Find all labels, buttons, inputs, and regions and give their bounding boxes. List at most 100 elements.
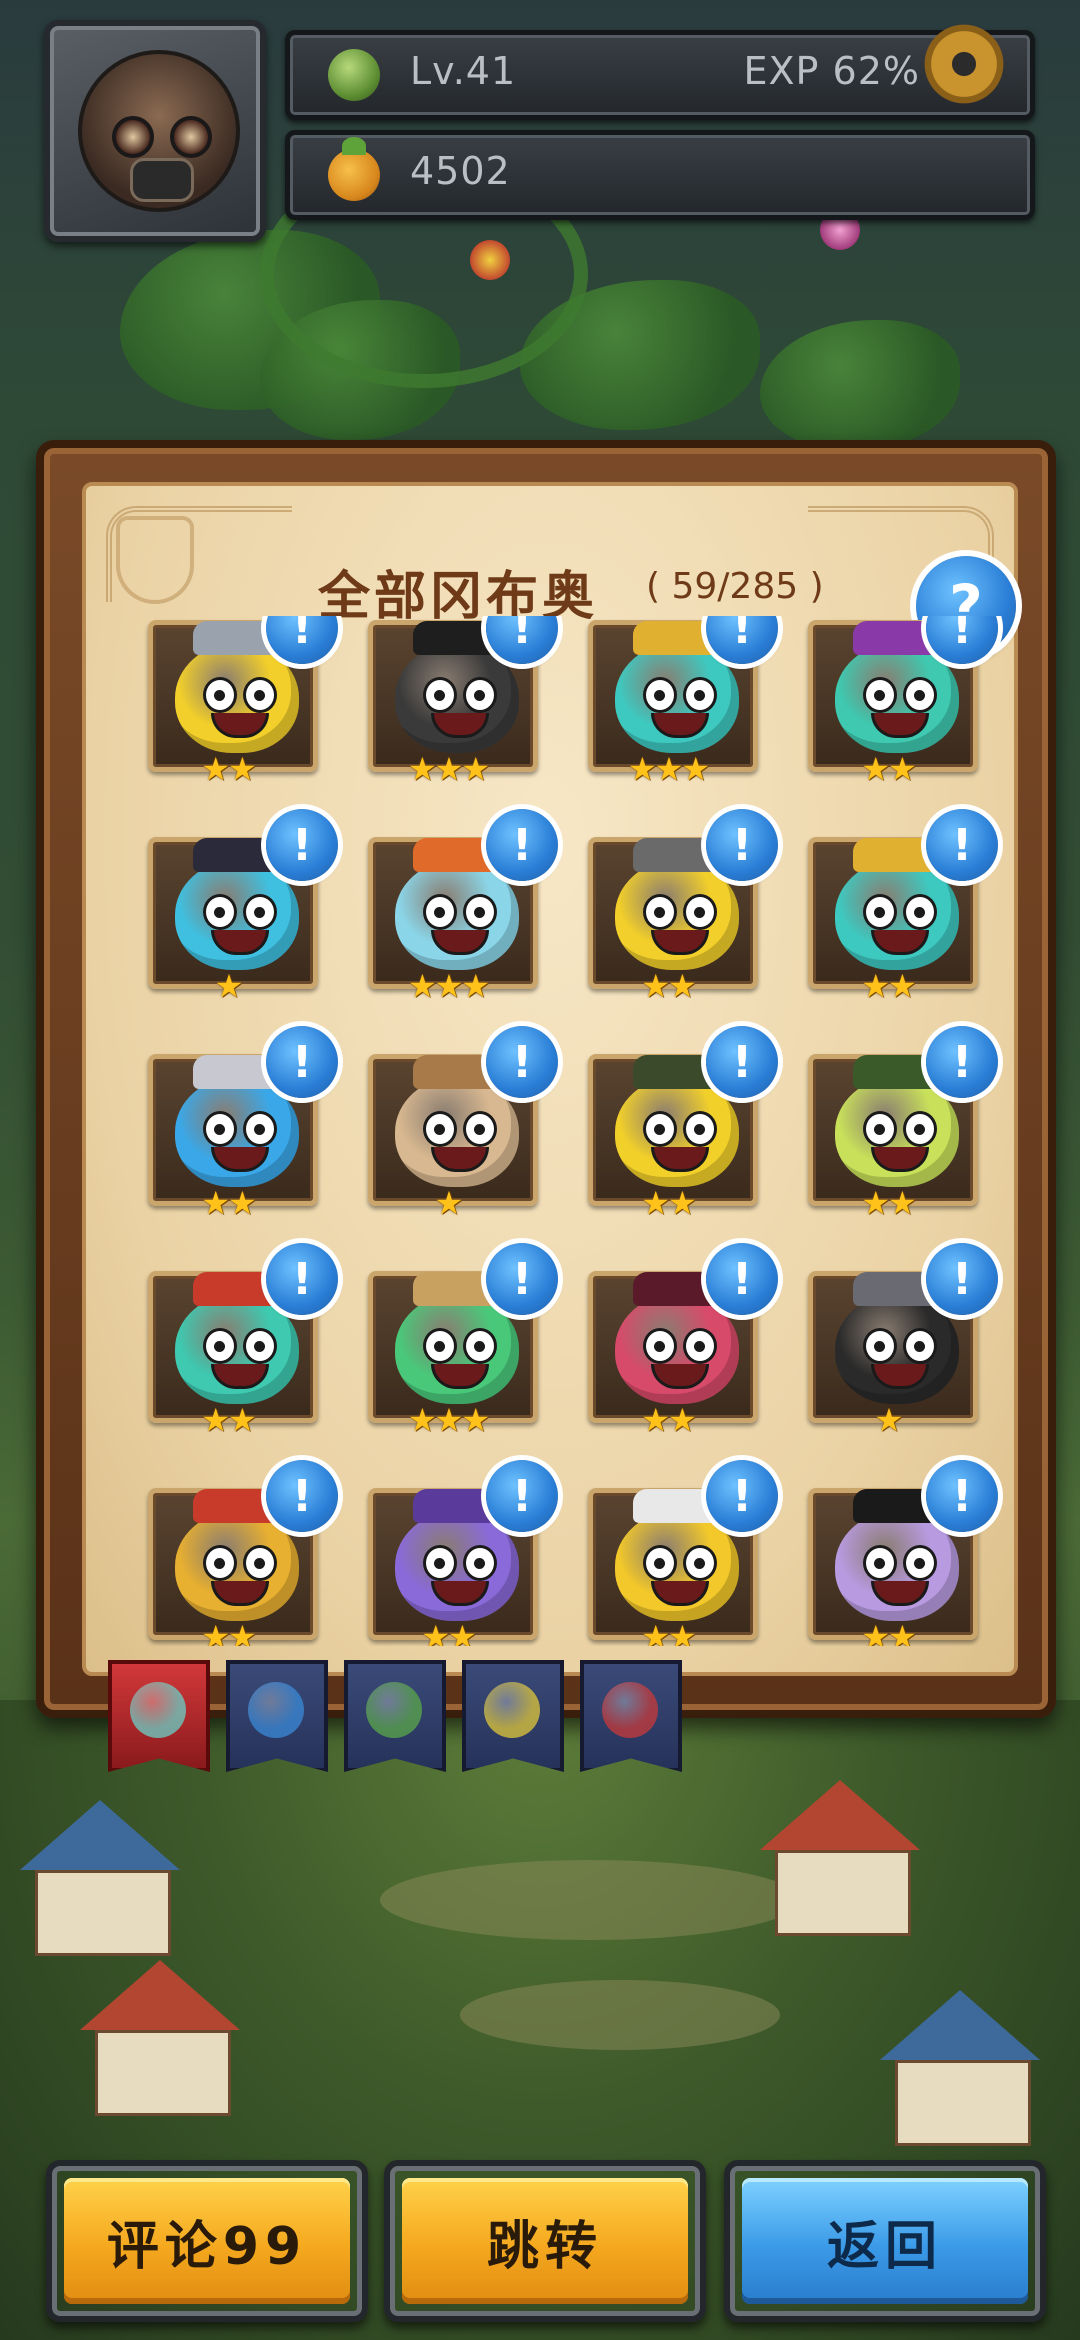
new-alert-badge[interactable]: ! (706, 1243, 778, 1315)
gumball-eye (683, 1545, 717, 1581)
gumball-card[interactable]: ★★! (148, 616, 338, 788)
nature-gumball-icon (366, 1682, 422, 1738)
new-alert-badge[interactable]: ! (486, 616, 558, 664)
flower-decoration (470, 240, 510, 280)
tab-nature[interactable] (344, 1660, 446, 1772)
gumball-card[interactable]: ★★! (148, 1026, 338, 1222)
path-decoration (380, 1860, 800, 1940)
gumball-eye (243, 1328, 277, 1364)
gumball-eye (243, 1545, 277, 1581)
back-button[interactable]: 返回 (724, 2160, 1046, 2322)
star-rating: ★★★ (627, 750, 710, 788)
gas-mask (130, 158, 194, 202)
new-alert-badge[interactable]: ! (486, 1243, 558, 1315)
gumball-eye (423, 894, 457, 930)
back-button-label: 返回 (826, 2216, 943, 2277)
tab-water[interactable] (226, 1660, 328, 1772)
gumball-grid-viewport[interactable]: ★★! ★★★! ★★★! ★★! ★! ★★★! ★★! ★★! ★★! ★! ★★! ★★! ★★!… (138, 616, 1018, 1646)
exclamation-icon: ! (266, 1460, 338, 1532)
star-rating: ★★ (861, 750, 916, 788)
gumball-card[interactable]: ★★! (808, 809, 998, 1005)
gumball-card[interactable]: ★★! (588, 1460, 778, 1646)
new-alert-badge[interactable]: ! (926, 1026, 998, 1098)
jump-button[interactable]: 跳转 (384, 2160, 706, 2322)
star-rating: ★★★ (407, 1401, 490, 1439)
gumball-card[interactable]: ★! (148, 809, 338, 1005)
new-alert-badge[interactable]: ! (266, 1243, 338, 1315)
dark-gumball-icon (602, 1682, 658, 1738)
house-decoration (20, 1800, 180, 1956)
gumball-eye (863, 677, 897, 713)
tab-light[interactable] (462, 1660, 564, 1772)
new-alert-badge[interactable]: ! (706, 616, 778, 664)
new-alert-badge[interactable]: ! (266, 1026, 338, 1098)
avatar-eye (170, 116, 212, 158)
gumball-mouth (211, 1364, 269, 1389)
new-alert-badge[interactable]: ! (486, 1460, 558, 1532)
gumball-card[interactable]: ★★! (588, 1243, 778, 1439)
gumball-eye (643, 677, 677, 713)
gumball-eye (463, 1328, 497, 1364)
tab-dark[interactable] (580, 1660, 682, 1772)
gumball-eye (863, 1111, 897, 1147)
new-alert-badge[interactable]: ! (926, 1243, 998, 1315)
gumball-eye (423, 1328, 457, 1364)
new-alert-badge[interactable]: ! (266, 809, 338, 881)
gumball-eye (643, 1328, 677, 1364)
gumball-card[interactable]: ★★! (808, 616, 998, 788)
new-alert-badge[interactable]: ! (706, 809, 778, 881)
gumball-card[interactable]: ★★! (148, 1243, 338, 1439)
comments-button[interactable]: 评论99 (46, 2160, 368, 2322)
comments-button-label: 评论99 (106, 2216, 308, 2277)
tab-all[interactable] (108, 1660, 210, 1772)
new-alert-badge[interactable]: ! (926, 1460, 998, 1532)
gumball-mouth (651, 1364, 709, 1389)
all-gumball-icon (130, 1682, 186, 1738)
gumball-mouth (211, 930, 269, 955)
new-alert-badge[interactable]: ! (486, 1026, 558, 1098)
exclamation-icon: ! (706, 1026, 778, 1098)
gumball-eye (463, 1545, 497, 1581)
gumball-eye (463, 894, 497, 930)
new-alert-badge[interactable]: ! (706, 1460, 778, 1532)
gumball-card[interactable]: ★★★! (588, 616, 778, 788)
gumball-card[interactable]: ★★★! (368, 616, 558, 788)
star-rating: ★★ (861, 1618, 916, 1646)
gumball-card[interactable]: ★★! (808, 1460, 998, 1646)
new-alert-badge[interactable]: ! (706, 1026, 778, 1098)
gumball-card[interactable]: ★★! (808, 1026, 998, 1222)
star-rating: ★★★ (407, 967, 490, 1005)
star-rating: ★★ (201, 1184, 256, 1222)
gumball-card[interactable]: ★★! (148, 1460, 338, 1646)
gumball-card[interactable]: ★★! (588, 1026, 778, 1222)
exclamation-icon: ! (486, 1243, 558, 1315)
gumball-mouth (431, 1364, 489, 1389)
gumball-card[interactable]: ★! (368, 1026, 558, 1222)
new-alert-badge[interactable]: ! (266, 1460, 338, 1532)
star-rating: ★★ (861, 1184, 916, 1222)
star-rating: ★★ (201, 750, 256, 788)
new-alert-badge[interactable]: ! (926, 809, 998, 881)
new-alert-badge[interactable]: ! (486, 809, 558, 881)
gumball-card[interactable]: ★★! (368, 1460, 558, 1646)
gumball-card[interactable]: ★! (808, 1243, 998, 1439)
exclamation-icon: ! (706, 1460, 778, 1532)
gumball-eye (683, 1328, 717, 1364)
gumball-eye (863, 1328, 897, 1364)
gumball-eye (903, 1328, 937, 1364)
star-rating: ★ (874, 1401, 904, 1439)
settings-gear-icon[interactable] (918, 18, 1010, 110)
gumball-eye (903, 1111, 937, 1147)
gumball-card[interactable]: ★★! (588, 809, 778, 1005)
fruit-currency-icon (328, 137, 380, 201)
new-alert-badge[interactable]: ! (266, 616, 338, 664)
star-rating: ★ (434, 1184, 464, 1222)
gumball-card[interactable]: ★★★! (368, 1243, 558, 1439)
shield-emblem-icon (116, 516, 194, 604)
gumball-mouth (651, 1147, 709, 1172)
gumball-eye (203, 894, 237, 930)
new-alert-badge[interactable]: ! (926, 616, 998, 664)
gumball-card[interactable]: ★★★! (368, 809, 558, 1005)
gumball-eye (243, 1111, 277, 1147)
player-avatar[interactable] (44, 20, 266, 242)
